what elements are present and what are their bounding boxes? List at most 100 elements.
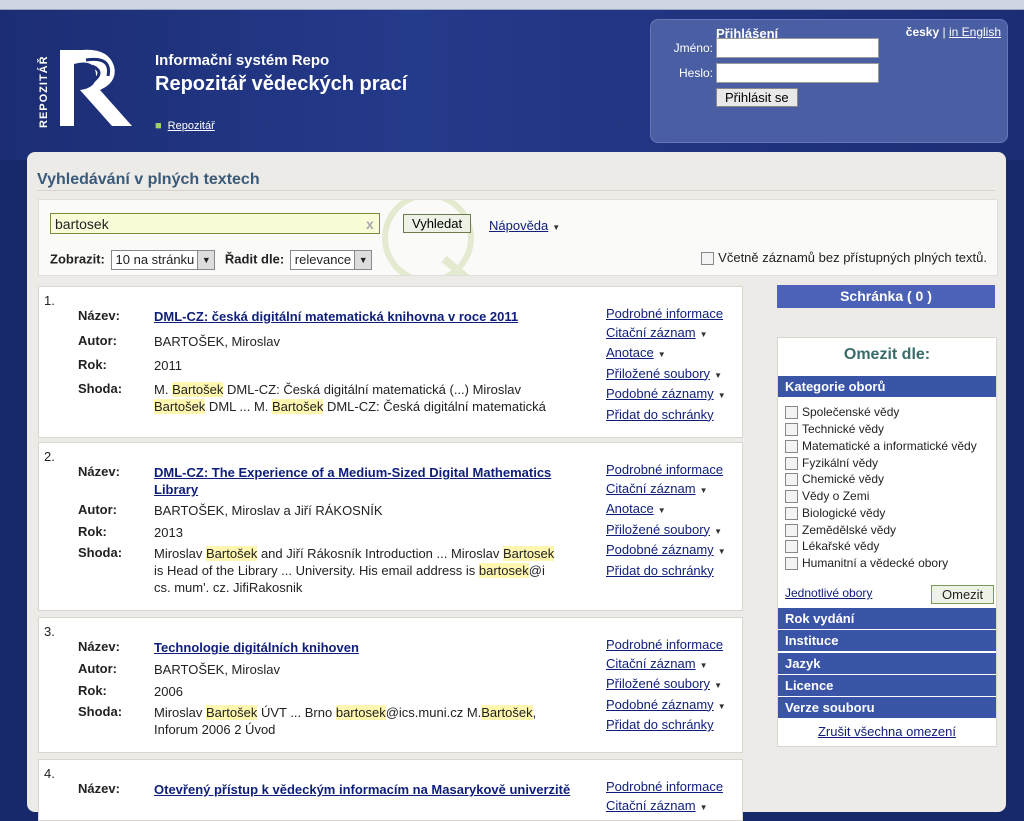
- facet-institution[interactable]: Instituce: [778, 630, 996, 651]
- sort-select[interactable]: relevance ▼: [289, 250, 373, 270]
- category-option[interactable]: Humanitní a vědecké obory: [785, 556, 948, 571]
- add-to-basket-link[interactable]: Přidat do schránky: [606, 717, 714, 732]
- help-menu[interactable]: Nápověda ▼: [489, 218, 560, 233]
- lang-english-link[interactable]: in English: [949, 25, 1001, 39]
- apply-filter-button[interactable]: Omezit: [931, 585, 995, 604]
- help-link[interactable]: Nápověda: [489, 218, 548, 233]
- add-to-basket-link[interactable]: Přidat do schránky: [606, 563, 714, 578]
- citation-link[interactable]: Citační záznam: [606, 481, 696, 496]
- chevron-down-icon: ▼: [657, 506, 666, 515]
- result-year: 2011: [154, 358, 182, 373]
- citation-link[interactable]: Citační záznam: [606, 656, 696, 671]
- author-label: Autor:: [78, 502, 117, 517]
- filter-panel: Omezit dle: Kategorie oborů Společenské …: [777, 337, 997, 747]
- category-checkbox[interactable]: [785, 457, 798, 471]
- add-to-basket-link[interactable]: Přidat do schránky: [606, 407, 714, 422]
- dropdown-arrow-icon: ▼: [354, 251, 372, 269]
- category-checkbox[interactable]: [785, 507, 798, 521]
- category-option[interactable]: Lékařské vědy: [785, 539, 879, 554]
- basket-button[interactable]: Schránka ( 0 ): [777, 285, 995, 308]
- author-label: Autor:: [78, 333, 117, 348]
- cancel-all-filters-link[interactable]: Zrušit všechna omezení: [818, 724, 956, 739]
- category-checkbox[interactable]: [785, 540, 798, 554]
- include-no-fulltext-checkbox[interactable]: [701, 252, 715, 266]
- result-title-link[interactable]: Otevřený přístup k vědeckým informacím n…: [154, 782, 570, 797]
- repo-logo-icon: [60, 49, 132, 126]
- similar-records-link[interactable]: Podobné záznamy: [606, 697, 714, 712]
- match-label: Shoda:: [78, 545, 123, 560]
- match-label: Shoda:: [78, 704, 123, 719]
- details-link[interactable]: Podrobné informace: [606, 637, 723, 652]
- facet-file-version[interactable]: Verze souboru: [778, 697, 996, 718]
- password-input[interactable]: [716, 63, 879, 83]
- chevron-down-icon: ▼: [717, 701, 726, 711]
- result-title-link[interactable]: Technologie digitálních knihoven: [154, 640, 359, 655]
- result-number: 3.: [44, 624, 55, 639]
- title-label: Název:: [78, 308, 120, 323]
- facet-license[interactable]: Licence: [778, 675, 996, 696]
- search-input[interactable]: bartosek: [50, 213, 380, 234]
- category-option[interactable]: Fyzikální vědy: [785, 456, 878, 471]
- facet-category-fields[interactable]: Kategorie oborů: [778, 376, 996, 397]
- category-checkbox[interactable]: [785, 406, 798, 420]
- attached-files-link[interactable]: Přiložené soubory: [606, 522, 710, 537]
- category-option[interactable]: Technické vědy: [785, 422, 884, 437]
- attached-files-link[interactable]: Přiložené soubory: [606, 676, 710, 691]
- title-label: Název:: [78, 781, 120, 796]
- citation-link[interactable]: Citační záznam: [606, 798, 696, 813]
- details-link[interactable]: Podrobné informace: [606, 306, 723, 321]
- category-option[interactable]: Biologické vědy: [785, 506, 885, 521]
- year-label: Rok:: [78, 683, 107, 698]
- single-fields-link[interactable]: Jednotlivé obory: [785, 586, 872, 600]
- title-label: Název:: [78, 464, 120, 479]
- facet-year[interactable]: Rok vydání: [778, 608, 996, 629]
- bullet-icon: ■: [155, 120, 162, 132]
- details-link[interactable]: Podrobné informace: [606, 462, 723, 477]
- similar-records-link[interactable]: Podobné záznamy: [606, 386, 714, 401]
- category-checkbox[interactable]: [785, 440, 798, 454]
- category-checkbox[interactable]: [785, 524, 798, 538]
- search-button[interactable]: Vyhledat: [403, 214, 472, 233]
- result-author: BARTOŠEK, Miroslav: [154, 334, 280, 349]
- category-checkbox[interactable]: [785, 423, 798, 437]
- category-checkbox[interactable]: [785, 490, 798, 504]
- category-option[interactable]: Vědy o Zemi: [785, 489, 869, 504]
- login-button[interactable]: Přihlásit se: [716, 88, 798, 107]
- result-actions: Podrobné informace Citační záznam ▼ Přilo…: [606, 636, 726, 735]
- citation-link[interactable]: Citační záznam: [606, 325, 696, 340]
- annotation-link[interactable]: Anotace: [606, 345, 654, 360]
- details-link[interactable]: Podrobné informace: [606, 779, 723, 794]
- result-item: 1. Název: DML-CZ: česká digitální matema…: [38, 286, 743, 438]
- clear-search-icon[interactable]: x: [366, 216, 374, 232]
- sort-label: Řadit dle:: [224, 251, 285, 267]
- result-title-link[interactable]: DML-CZ: česká digitální matematická knih…: [154, 309, 518, 324]
- breadcrumb-link-repository[interactable]: Repozitář: [168, 120, 215, 132]
- username-label: Jméno:: [673, 41, 713, 55]
- category-option[interactable]: Společenské vědy: [785, 405, 899, 420]
- page-title: Vyhledávání v plných textech: [37, 171, 260, 188]
- result-item: 2. Název: DML-CZ: The Experience of a Me…: [38, 442, 743, 611]
- attached-files-link[interactable]: Přiložené soubory: [606, 366, 710, 381]
- lang-czech[interactable]: česky: [906, 25, 939, 39]
- result-actions: Podrobné informace Citační záznam ▼: [606, 778, 723, 817]
- facet-language[interactable]: Jazyk: [778, 653, 996, 674]
- result-year: 2013: [154, 525, 183, 540]
- result-title-link[interactable]: DML-CZ: The Experience of a Medium-Sized…: [154, 465, 551, 497]
- similar-records-link[interactable]: Podobné záznamy: [606, 542, 714, 557]
- result-match-snippet: M. Bartošek DML-CZ: Česká digitální mate…: [154, 382, 546, 414]
- breadcrumb: ■ Repozitář: [155, 120, 215, 132]
- category-option[interactable]: Chemické vědy: [785, 472, 884, 487]
- category-checkbox[interactable]: [785, 557, 798, 571]
- annotation-link[interactable]: Anotace: [606, 501, 654, 516]
- result-actions: Podrobné informace Citační záznam ▼ Anota…: [606, 305, 726, 424]
- page-size-select[interactable]: 10 na stránku ▼: [110, 250, 216, 270]
- result-year: 2006: [154, 684, 183, 699]
- chevron-down-icon: ▼: [714, 681, 722, 690]
- category-option[interactable]: Matematické a informatické vědy: [785, 439, 977, 454]
- category-checkbox[interactable]: [785, 473, 798, 487]
- username-input[interactable]: [716, 38, 879, 58]
- chevron-down-icon: ▼: [657, 350, 666, 359]
- search-panel: bartosek x Vyhledat Nápověda ▼ Zobrazit: …: [38, 199, 998, 276]
- result-actions: Podrobné informace Citační záznam ▼ Anota…: [606, 461, 726, 580]
- category-option[interactable]: Zemědělské vědy: [785, 523, 896, 538]
